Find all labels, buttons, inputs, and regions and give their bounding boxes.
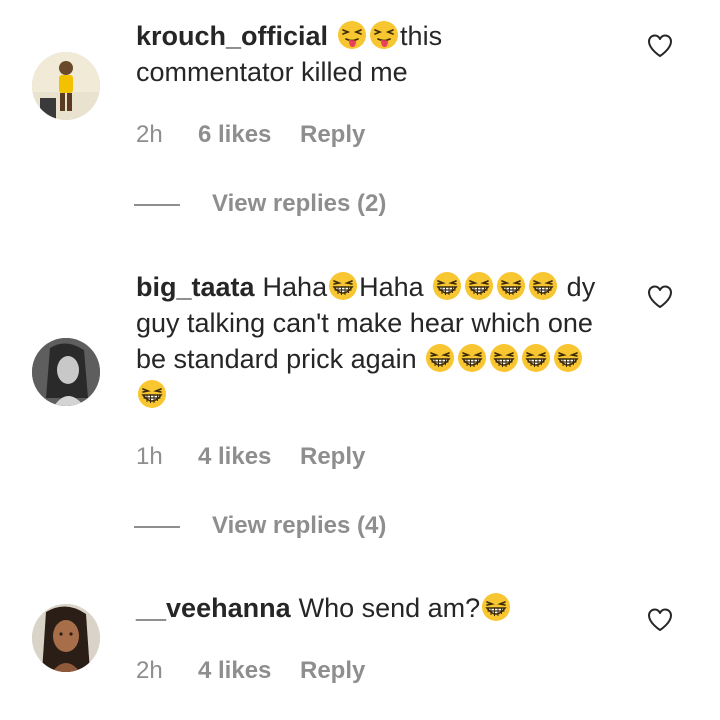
comment-text: __veehanna Who send am? [136,590,626,626]
comment-text-part: this [400,21,443,51]
grinning-squinting-face-emoji [328,271,358,301]
timestamp: 2h [136,121,163,148]
comment-meta: 1h 4 likes Reply [136,442,365,472]
divider-line [134,203,180,206]
grinning-squinting-face-emoji [464,271,494,301]
avatar[interactable] [32,52,100,120]
comment-meta: 2h 4 likes Reply [136,656,365,686]
divider-line [134,525,180,528]
reply-button[interactable]: Reply [300,656,365,686]
grinning-squinting-face-emoji [521,343,551,373]
likes-count[interactable]: 6 likes [198,120,300,150]
username[interactable]: krouch_official [136,21,328,51]
grinning-squinting-face-emoji [137,379,167,409]
timestamp: 1h [136,443,163,470]
heart-outline-icon[interactable] [646,606,674,634]
grinning-squinting-face-emoji [489,343,519,373]
grinning-squinting-face-emoji [432,271,462,301]
view-replies-button[interactable]: View replies (2) [134,189,386,219]
squinting-face-with-tongue-emoji [337,20,367,50]
squinting-face-with-tongue-emoji [369,20,399,50]
comment-meta: 2h 6 likes Reply [136,120,365,150]
comment-text: big_taata Haha Haha dy guy talking can't ma… [136,269,626,413]
avatar[interactable] [32,604,100,672]
comment-text: krouch_official this commentator killed me [136,18,626,90]
grinning-squinting-face-emoji [425,343,455,373]
timestamp: 2h [136,657,163,684]
comment-text-part: Who send am? [298,593,481,623]
reply-button[interactable]: Reply [300,442,365,472]
comment-text-part: Haha [359,272,424,302]
heart-outline-icon[interactable] [646,32,674,60]
username[interactable]: __veehanna [136,593,291,623]
likes-count[interactable]: 4 likes [198,442,300,472]
grinning-squinting-face-emoji [481,592,511,622]
avatar[interactable] [32,338,100,406]
comment-text-part: be standard prick again [136,344,417,374]
grinning-squinting-face-emoji [457,343,487,373]
comment-text-part: commentator killed me [136,57,408,87]
username[interactable]: big_taata [136,272,255,302]
heart-outline-icon[interactable] [646,283,674,311]
grinning-squinting-face-emoji [553,343,583,373]
view-replies-button[interactable]: View replies (4) [134,511,386,541]
comment-text-part: Haha [262,272,328,302]
comment-text-part: dy [566,272,596,302]
view-replies-label: View replies (4) [212,512,387,539]
view-replies-label: View replies (2) [212,190,387,217]
grinning-squinting-face-emoji [528,271,558,301]
reply-button[interactable]: Reply [300,120,365,150]
grinning-squinting-face-emoji [496,271,526,301]
likes-count[interactable]: 4 likes [198,656,300,686]
comment-text-part: guy talking can't make hear which one [136,308,593,338]
